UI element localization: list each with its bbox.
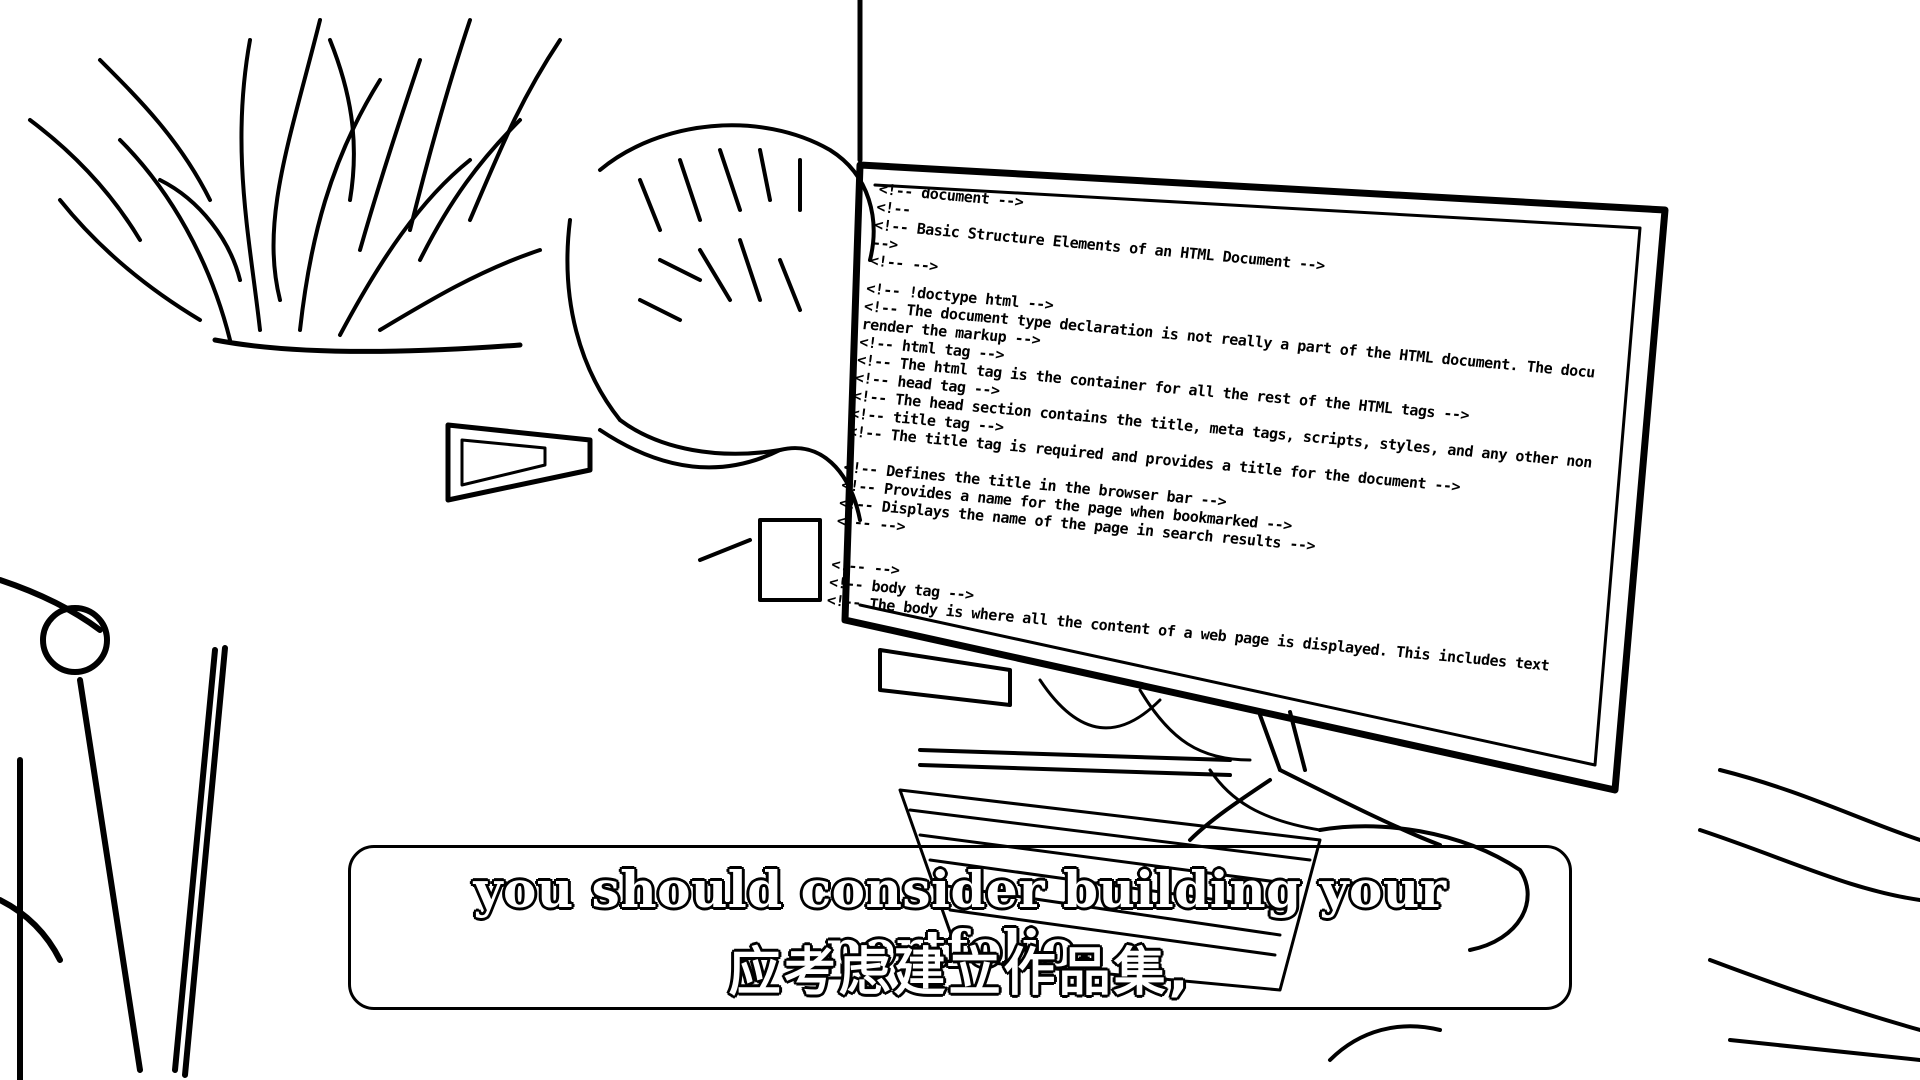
plant-pot [212, 337, 523, 354]
chair [0, 577, 228, 1080]
code-line: --> [870, 233, 899, 254]
laptop-frame [445, 422, 593, 503]
person-back [598, 428, 862, 522]
code-line: <!-- The body is where all the content o… [825, 590, 1551, 675]
video-frame: <!-- document --> <!-- <!-- Basic Struct… [0, 0, 1920, 1080]
monitor-code: <!-- document --> <!-- <!-- Basic Struct… [810, 180, 1637, 805]
subtitle-chinese: 应考虑建立作品集, [727, 942, 1192, 1005]
person-arm [698, 518, 822, 602]
code-line: <!-- --> [868, 251, 939, 276]
person-head [565, 123, 876, 456]
subtitle-caption: you should consider building your portfo… [348, 845, 1572, 1010]
plant-leaves [28, 18, 562, 342]
desk-papers [1698, 768, 1920, 1062]
code-line: <!-- Basic Structure Elements of an HTML… [873, 215, 1326, 275]
